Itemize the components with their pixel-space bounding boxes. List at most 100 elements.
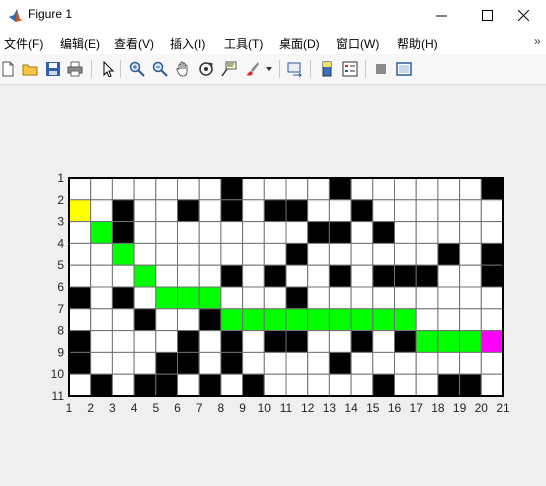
grid-cell-free [350,242,374,266]
grid-cell-path [198,286,222,310]
grid-cell-free [350,286,374,310]
edit-plot-button[interactable] [98,59,118,79]
menu-tools[interactable]: 工具(T) [224,35,263,52]
menu-bar: 文件(F) 编辑(E) 查看(V) 插入(I) 工具(T) 桌面(D) 窗口(W… [0,30,546,54]
grid-cell-free [437,199,461,223]
x-tick-label: 13 [323,401,337,415]
grid-cell-free [328,286,352,310]
show-plot-tools-button[interactable] [394,59,414,79]
menu-help[interactable]: 帮助(H) [397,35,438,52]
menu-overflow-chevron[interactable]: » [534,34,541,48]
grid-map-plot[interactable]: 1 2 3 4 5 6 7 8 9 10 11 12 13 14 15 16 17 18 19 20 21 123456… [0,85,546,481]
grid-cell-free [90,330,113,353]
chevron-down-icon [266,67,272,71]
grid-cell-obstacle [68,286,92,310]
grid-cell-free [133,177,157,201]
y-tick-label: 4 [57,236,64,250]
grid-cell-free [133,221,157,244]
grid-cell-obstacle [394,264,417,288]
grid-cell-obstacle [480,264,504,288]
grid-cell-free [350,264,374,288]
link-plot-button[interactable] [285,59,305,79]
grid-cell-free [68,177,92,201]
figure-canvas: 1 2 3 4 5 6 7 8 9 10 11 12 13 14 15 16 17 18 19 20 21 123456… [0,85,546,481]
x-tick-label: 4 [131,401,138,415]
grid-cell-free [328,373,352,397]
grid-cell-free [307,373,330,397]
grid-cell-free [328,330,352,353]
x-tick-label: 19 [453,401,467,415]
x-tick-label: 3 [109,401,116,415]
pan-button[interactable] [173,59,193,79]
title-bar: Figure 1 [0,0,546,30]
grid-cell-obstacle [394,330,417,353]
zoom-out-button[interactable] [150,59,170,79]
grid-cell-free [328,199,352,223]
menu-file[interactable]: 文件(F) [4,35,43,52]
grid-cell-free [220,286,244,310]
minimize-button[interactable] [418,0,464,30]
grid-cell-obstacle [220,351,244,375]
grid-cell-obstacle [242,373,265,397]
y-tick-label: 2 [57,193,64,207]
grid-cell-free [155,199,179,223]
insert-legend-button[interactable] [340,59,360,79]
open-file-button[interactable] [20,59,40,79]
menu-window[interactable]: 窗口(W) [336,35,379,52]
zoom-in-button[interactable] [127,59,147,79]
grid-cell-free [220,373,244,397]
x-tick-label: 6 [174,401,181,415]
grid-cell-obstacle [111,199,135,223]
grid-cell-path [459,330,482,353]
data-cursor-button[interactable] [219,59,239,79]
print-button[interactable] [65,59,85,79]
grid-cell-path [242,308,265,332]
close-button[interactable] [500,0,546,30]
grid-cell-free [68,373,92,397]
grid-cell-obstacle [90,373,113,397]
grid-cell-free [459,242,482,266]
y-tick-labels: 1 2 3 4 5 6 7 8 9 10 11 [51,171,65,403]
grid-cell-free [90,351,113,375]
grid-cell-free [415,199,439,223]
grid-cell-free [111,177,135,201]
grid-cell-free [394,351,417,375]
grid-cell-free [394,221,417,244]
grid-cell-free [155,264,179,288]
brush-dropdown-button[interactable] [263,59,275,79]
grid-cell-obstacle [263,199,287,223]
grid-cell-free [177,308,200,332]
grid-cell-path [285,308,309,332]
grid-cell-free [242,264,265,288]
menu-desktop[interactable]: 桌面(D) [279,35,320,52]
grid-cell-free [307,330,330,353]
open-file-icon [22,64,38,76]
grid-cell-free [437,264,461,288]
grid-cell-obstacle [220,177,244,201]
grid-cell-free [415,221,439,244]
menu-insert[interactable]: 插入(I) [170,35,205,52]
grid-cell-free [242,330,265,353]
grid-cell-free [111,351,135,375]
grid-cell-obstacle [480,177,504,201]
grid-cell-free [198,221,222,244]
menu-edit[interactable]: 编辑(E) [60,35,100,52]
grid-cell-free [263,221,287,244]
new-figure-button[interactable] [0,59,18,79]
x-tick-label: 20 [475,401,489,415]
grid-cell-free [198,242,222,266]
toolbar-separator [120,60,121,78]
insert-colorbar-button[interactable] [317,59,337,79]
save-button[interactable] [43,59,63,79]
rotate-3d-button[interactable] [196,59,216,79]
menu-view[interactable]: 查看(V) [114,35,154,52]
matlab-logo-icon [9,9,23,22]
save-icon [46,62,60,76]
hide-plot-tools-button[interactable] [371,59,391,79]
brush-button[interactable] [242,59,262,79]
grid-cell-free [437,308,461,332]
y-tick-label: 8 [57,324,64,338]
x-tick-label: 10 [258,401,272,415]
y-tick-label: 7 [57,302,64,316]
grid-cell-obstacle [133,373,157,397]
